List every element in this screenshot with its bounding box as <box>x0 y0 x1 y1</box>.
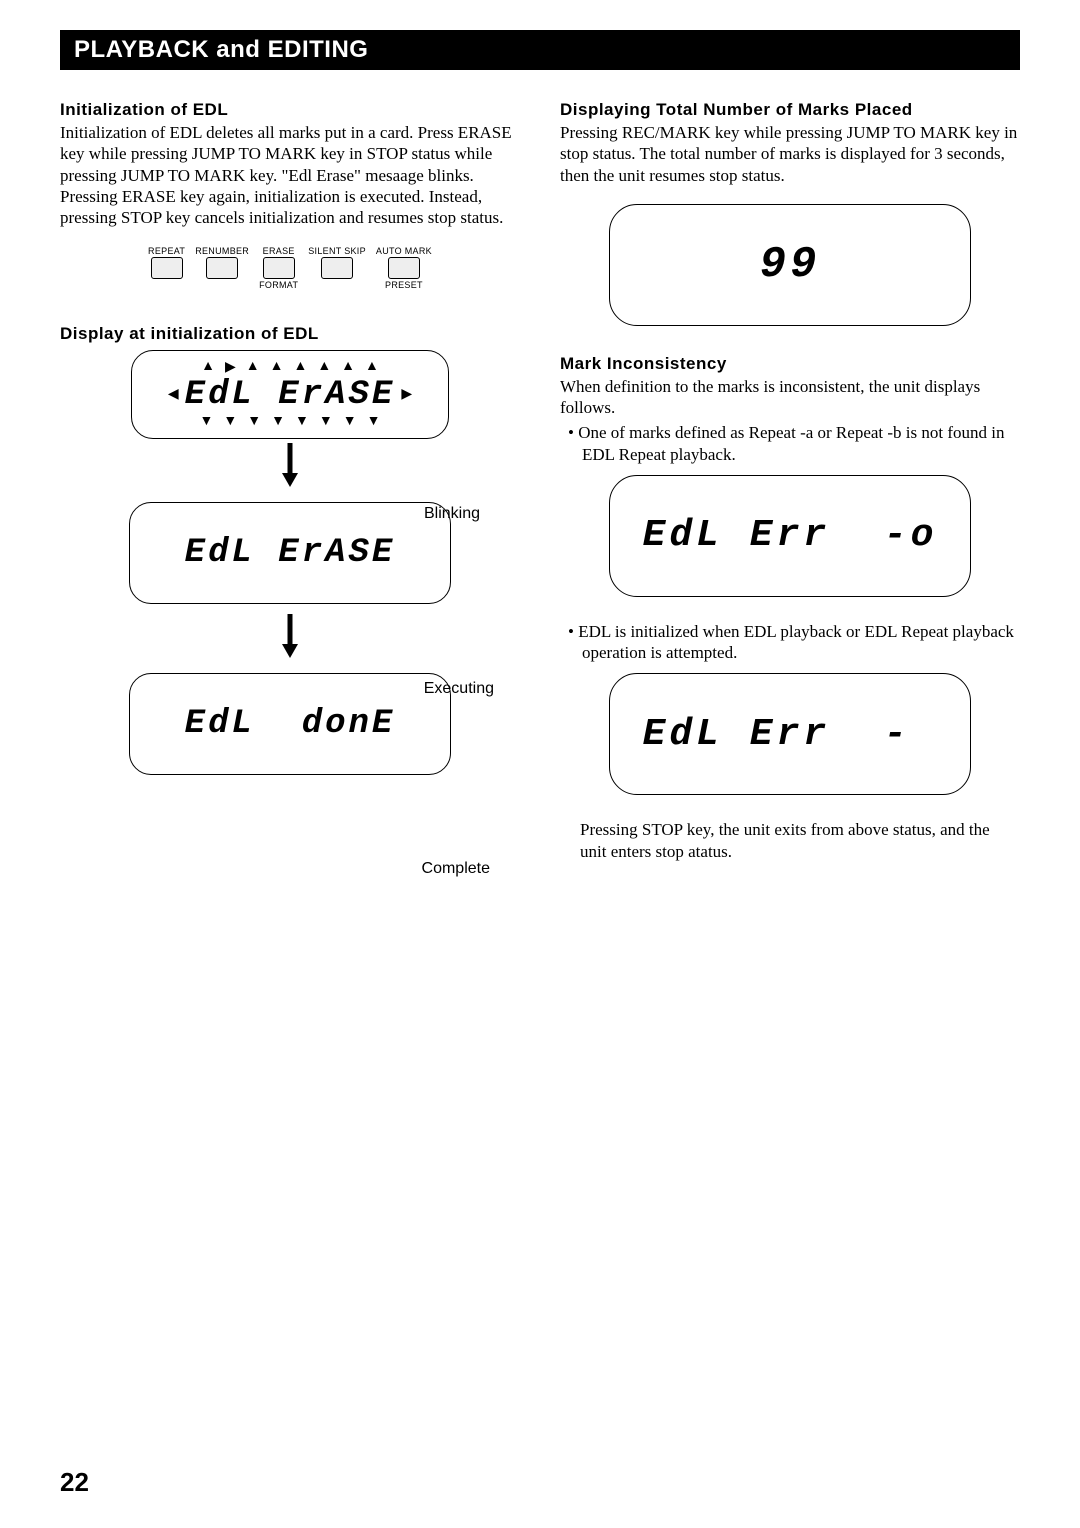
play-icon: ▶ <box>225 359 236 376</box>
key-label-bot: FORMAT <box>259 280 298 290</box>
key-icon <box>151 257 183 279</box>
key-label-bot <box>195 280 249 290</box>
heading-mark-inconsistency: Mark Inconsistency <box>560 354 1020 374</box>
heading-init-edl: Initialization of EDL <box>60 100 520 120</box>
bullet-repeat-not-found: One of marks defined as Repeat -a or Rep… <box>568 422 1020 465</box>
key-label-bot <box>308 280 366 290</box>
triangle-up-icon: ▲ <box>246 359 260 376</box>
triangle-down-icon: ▼ <box>247 414 261 430</box>
key-repeat: REPEAT <box>148 246 185 290</box>
lcd-edl-err-o: EdL Err -o <box>609 475 971 597</box>
triangle-up-icon: ▲ <box>341 359 355 376</box>
triangle-down-icon: ▼ <box>295 414 309 430</box>
section-title-bar: PLAYBACK and EDITING <box>60 30 1020 70</box>
figure-edl-sequence: ◀ ▲ ▶ ▲ ▲ ▲ ▲ ▲ ▲ EdL ErASE ▼ ▼ ▼ ▼ ▼ ▼ ▼ ▼ ▶ <box>90 350 490 775</box>
lcd-text: EdL donE <box>185 705 396 743</box>
key-icon <box>321 257 353 279</box>
key-label-top: ERASE <box>259 246 298 256</box>
key-label-bot: PRESET <box>376 280 432 290</box>
key-icon <box>263 257 295 279</box>
key-label-top: SILENT SKIP <box>308 246 366 256</box>
triangle-left-icon: ◀ <box>168 386 179 403</box>
lcd-text: EdL ErASE <box>185 376 396 414</box>
key-label-bot <box>148 280 185 290</box>
body-init-edl: Initialization of EDL deletes all marks … <box>60 122 520 228</box>
button-key-row: REPEAT RENUMBER ERASE FORMAT SILENT SKIP <box>60 246 520 290</box>
arrow-down-icon <box>90 614 490 663</box>
key-label-top: AUTO MARK <box>376 246 432 256</box>
annot-complete: Complete <box>422 860 490 878</box>
left-column: Initialization of EDL Initialization of … <box>60 100 520 862</box>
lcd-text: EdL Err -o <box>643 514 938 557</box>
triangle-up-icon: ▲ <box>317 359 331 376</box>
triangle-down-icon: ▼ <box>343 414 357 430</box>
heading-total-marks: Displaying Total Number of Marks Placed <box>560 100 1020 120</box>
triangle-down-icon: ▼ <box>271 414 285 430</box>
arrow-down-icon <box>90 443 490 492</box>
lcd-text: 99 <box>760 240 821 290</box>
lcd-edl-done: EdL donE <box>129 673 451 775</box>
triangle-right-icon: ▶ <box>401 386 412 403</box>
triangle-down-icon: ▼ <box>319 414 333 430</box>
key-label-top: REPEAT <box>148 246 185 256</box>
triangle-row-top: ▲ ▶ ▲ ▲ ▲ ▲ ▲ ▲ <box>201 359 379 376</box>
body-mark-inconsistency: When definition to the marks is inconsis… <box>560 376 1020 419</box>
key-icon <box>206 257 238 279</box>
right-column: Displaying Total Number of Marks Placed … <box>560 100 1020 862</box>
key-renumber: RENUMBER <box>195 246 249 290</box>
page-number: 22 <box>60 1467 89 1498</box>
triangle-up-icon: ▲ <box>365 359 379 376</box>
triangle-row-bot: ▼ ▼ ▼ ▼ ▼ ▼ ▼ ▼ <box>200 414 381 430</box>
key-silent-skip: SILENT SKIP <box>308 246 366 290</box>
bullet-edl-initialized: EDL is initialized when EDL playback or … <box>568 621 1020 664</box>
key-erase: ERASE FORMAT <box>259 246 298 290</box>
triangle-down-icon: ▼ <box>367 414 381 430</box>
lcd-edl-erase-blinking: ◀ ▲ ▶ ▲ ▲ ▲ ▲ ▲ ▲ EdL ErASE ▼ ▼ ▼ ▼ ▼ ▼ ▼ ▼ ▶ <box>131 350 449 439</box>
lcd-edl-erase-executing: EdL ErASE <box>129 502 451 604</box>
lcd-edl-err-dash: EdL Err - <box>609 673 971 795</box>
lcd-text: EdL Err - <box>643 713 938 756</box>
key-icon <box>388 257 420 279</box>
lcd-99: 99 <box>609 204 971 326</box>
heading-display-init: Display at initialization of EDL <box>60 324 520 344</box>
lcd-text: EdL ErASE <box>185 534 396 572</box>
key-label-top: RENUMBER <box>195 246 249 256</box>
triangle-down-icon: ▼ <box>223 414 237 430</box>
triangle-up-icon: ▲ <box>293 359 307 376</box>
triangle-down-icon: ▼ <box>200 414 214 430</box>
body-closing: Pressing STOP key, the unit exits from a… <box>560 819 1020 862</box>
key-auto-mark: AUTO MARK PRESET <box>376 246 432 290</box>
triangle-up-icon: ▲ <box>201 359 215 376</box>
body-total-marks: Pressing REC/MARK key while pressing JUM… <box>560 122 1020 186</box>
triangle-up-icon: ▲ <box>270 359 284 376</box>
